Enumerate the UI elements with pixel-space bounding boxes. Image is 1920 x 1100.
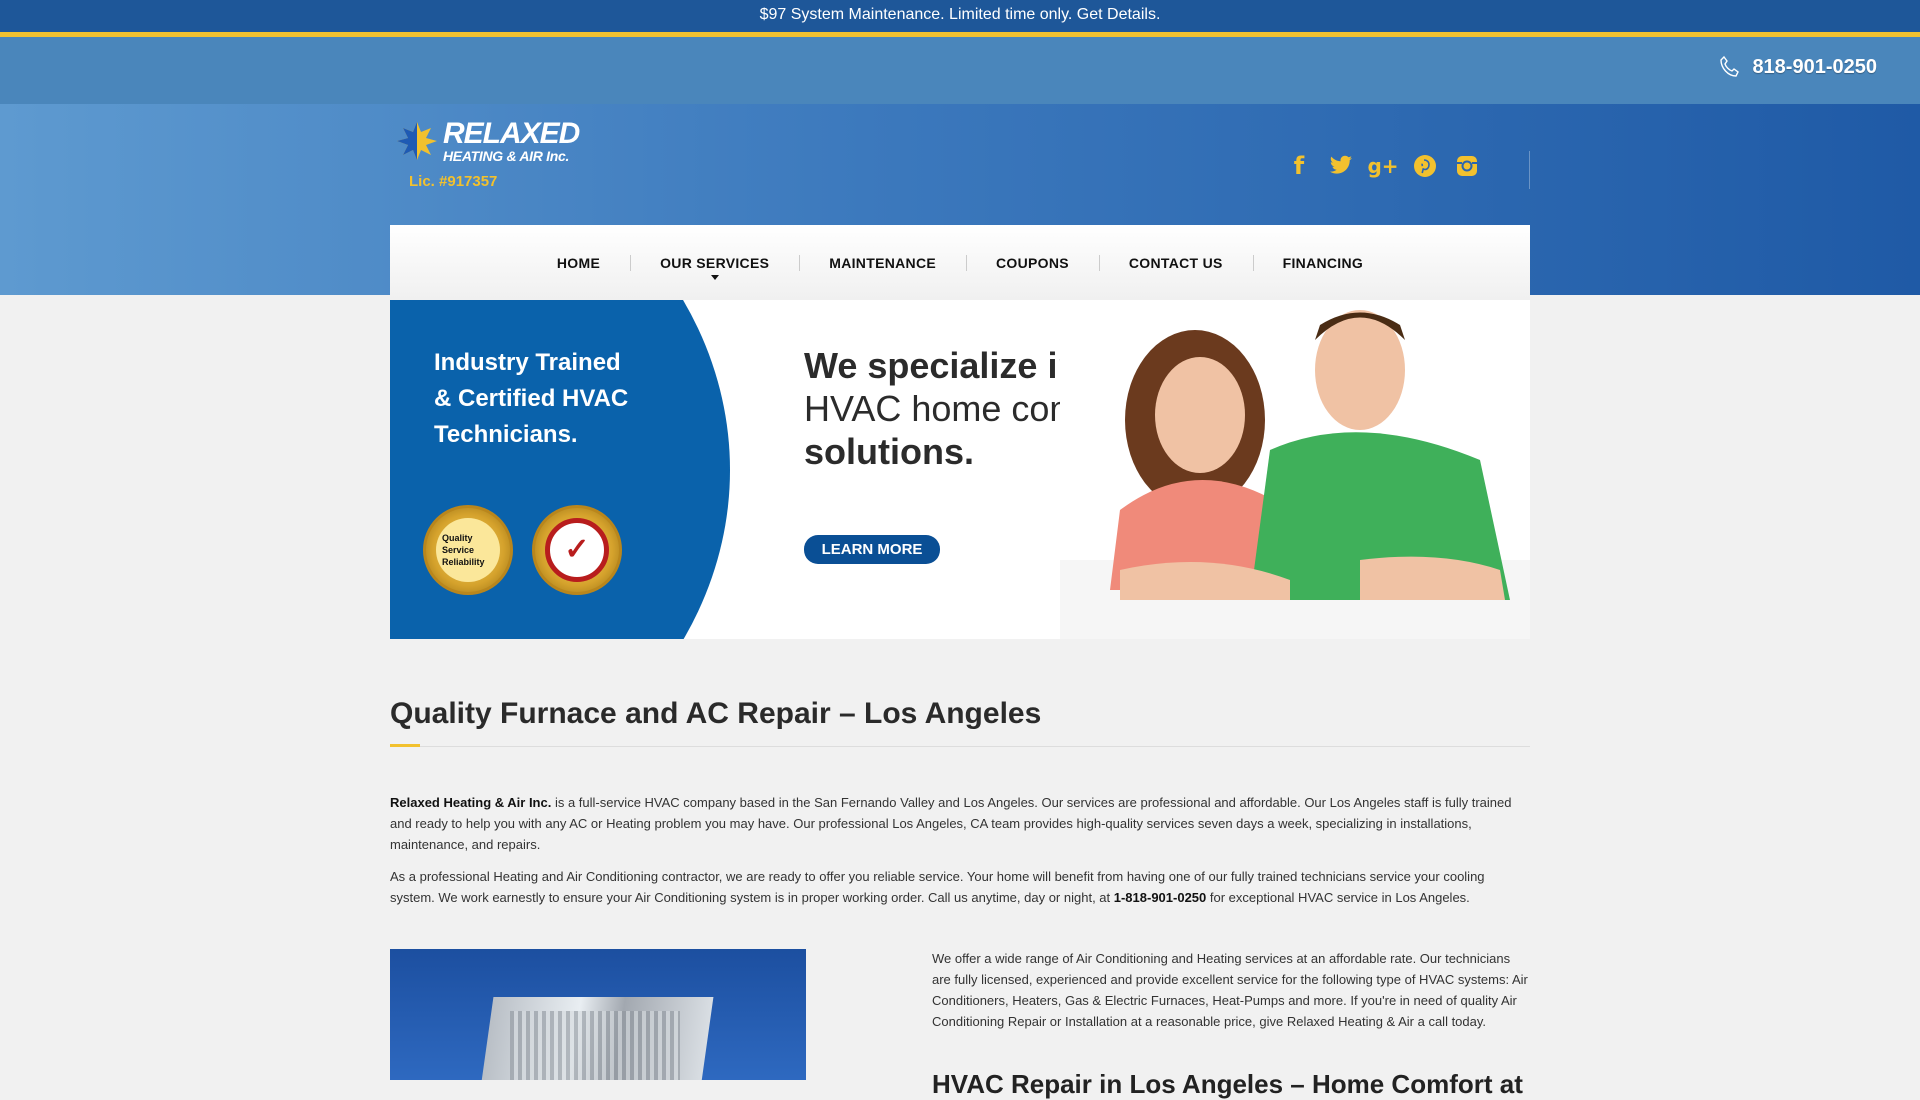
service-text-end: for exceptional HVAC service in Los Ange… xyxy=(1206,890,1470,905)
quality-seal: ✓ xyxy=(532,505,622,595)
pinterest-icon[interactable] xyxy=(1411,152,1439,180)
guarantee-seal: Quality Service Reliability xyxy=(423,505,513,595)
nav-maintenance-label: MAINTENANCE xyxy=(829,254,936,271)
instagram-icon[interactable] xyxy=(1453,152,1481,180)
nav-home-label: HOME xyxy=(556,254,601,271)
couple-photo xyxy=(1060,300,1530,639)
nav-our-services[interactable]: OUR SERVICES xyxy=(630,225,799,300)
nav-coupons[interactable]: COUPONS xyxy=(966,225,1099,300)
intro-paragraph: Relaxed Heating & Air Inc. is a full-ser… xyxy=(390,792,1530,855)
checkmark-icon: ✓ xyxy=(564,533,590,566)
license-number: Lic. #917357 xyxy=(409,173,498,190)
page-title: Quality Furnace and AC Repair – Los Ange… xyxy=(390,697,1042,730)
top-bar: 818-901-0250 xyxy=(0,37,1920,104)
header-divider xyxy=(1529,151,1530,189)
phone-icon xyxy=(1720,55,1740,77)
header-phone[interactable]: 818-901-0250 xyxy=(1718,55,1877,79)
phone-number: 818-901-0250 xyxy=(1752,55,1877,78)
promo-text[interactable]: $97 System Maintenance. Limited time onl… xyxy=(760,6,1161,23)
tagline-line-3: Technicians. xyxy=(434,421,578,448)
seal-line-reliability: Reliability xyxy=(442,557,485,567)
learn-more-button[interactable]: LEARN MORE xyxy=(804,535,940,564)
intro-text: is a full-service HVAC company based in … xyxy=(390,795,1512,852)
services-paragraph: We offer a wide range of Air Conditionin… xyxy=(932,951,1528,1029)
nav-contact-us-label: CONTACT US xyxy=(1128,254,1223,271)
company-name: Relaxed Heating & Air Inc. xyxy=(390,795,552,810)
nav-coupons-label: COUPONS xyxy=(996,254,1069,271)
logo-subtitle: HEATING & AIR Inc. xyxy=(443,148,570,164)
google-plus-icon[interactable]: g+ xyxy=(1367,152,1398,180)
nav-maintenance[interactable]: MAINTENANCE xyxy=(799,225,966,300)
main-nav: HOME OUR SERVICES MAINTENANCE COUPONS CO… xyxy=(390,225,1530,300)
hero-banner: Industry Trained & Certified HVAC Techni… xyxy=(390,300,1530,639)
social-links: f g+ xyxy=(1285,152,1481,180)
promo-bar[interactable]: $97 System Maintenance. Limited time onl… xyxy=(0,0,1920,32)
banner-tagline: Industry Trained & Certified HVAC Techni… xyxy=(434,345,628,453)
logo-title: RELAXED xyxy=(443,117,580,150)
site-logo[interactable]: RELAXED HEATING & AIR Inc. xyxy=(395,117,580,164)
title-underline xyxy=(390,746,1530,747)
tagline-line-1: Industry Trained xyxy=(434,349,621,376)
nav-home[interactable]: HOME xyxy=(527,225,630,300)
seal-line-quality: Quality xyxy=(442,533,473,543)
nav-our-services-label: OUR SERVICES xyxy=(660,254,770,271)
sun-logo-icon xyxy=(397,122,437,160)
tagline-line-2: & Certified HVAC xyxy=(434,385,629,412)
inline-phone[interactable]: 1-818-901-0250 xyxy=(1114,890,1207,905)
facebook-icon[interactable]: f xyxy=(1285,152,1313,180)
nav-financing-label: FINANCING xyxy=(1282,254,1364,271)
nav-financing[interactable]: FINANCING xyxy=(1252,225,1393,300)
title-accent xyxy=(390,744,420,747)
seal-line-service: Service xyxy=(442,545,475,555)
section-heading: HVAC Repair in Los Angeles – Home Comfor… xyxy=(932,1069,1523,1099)
nav-contact-us[interactable]: CONTACT US xyxy=(1098,225,1253,300)
hvac-grill xyxy=(510,1011,680,1080)
service-paragraph: As a professional Heating and Air Condit… xyxy=(390,866,1530,908)
caret-down-icon xyxy=(710,275,719,280)
hvac-unit-photo xyxy=(390,949,806,1080)
twitter-icon[interactable] xyxy=(1327,152,1355,180)
